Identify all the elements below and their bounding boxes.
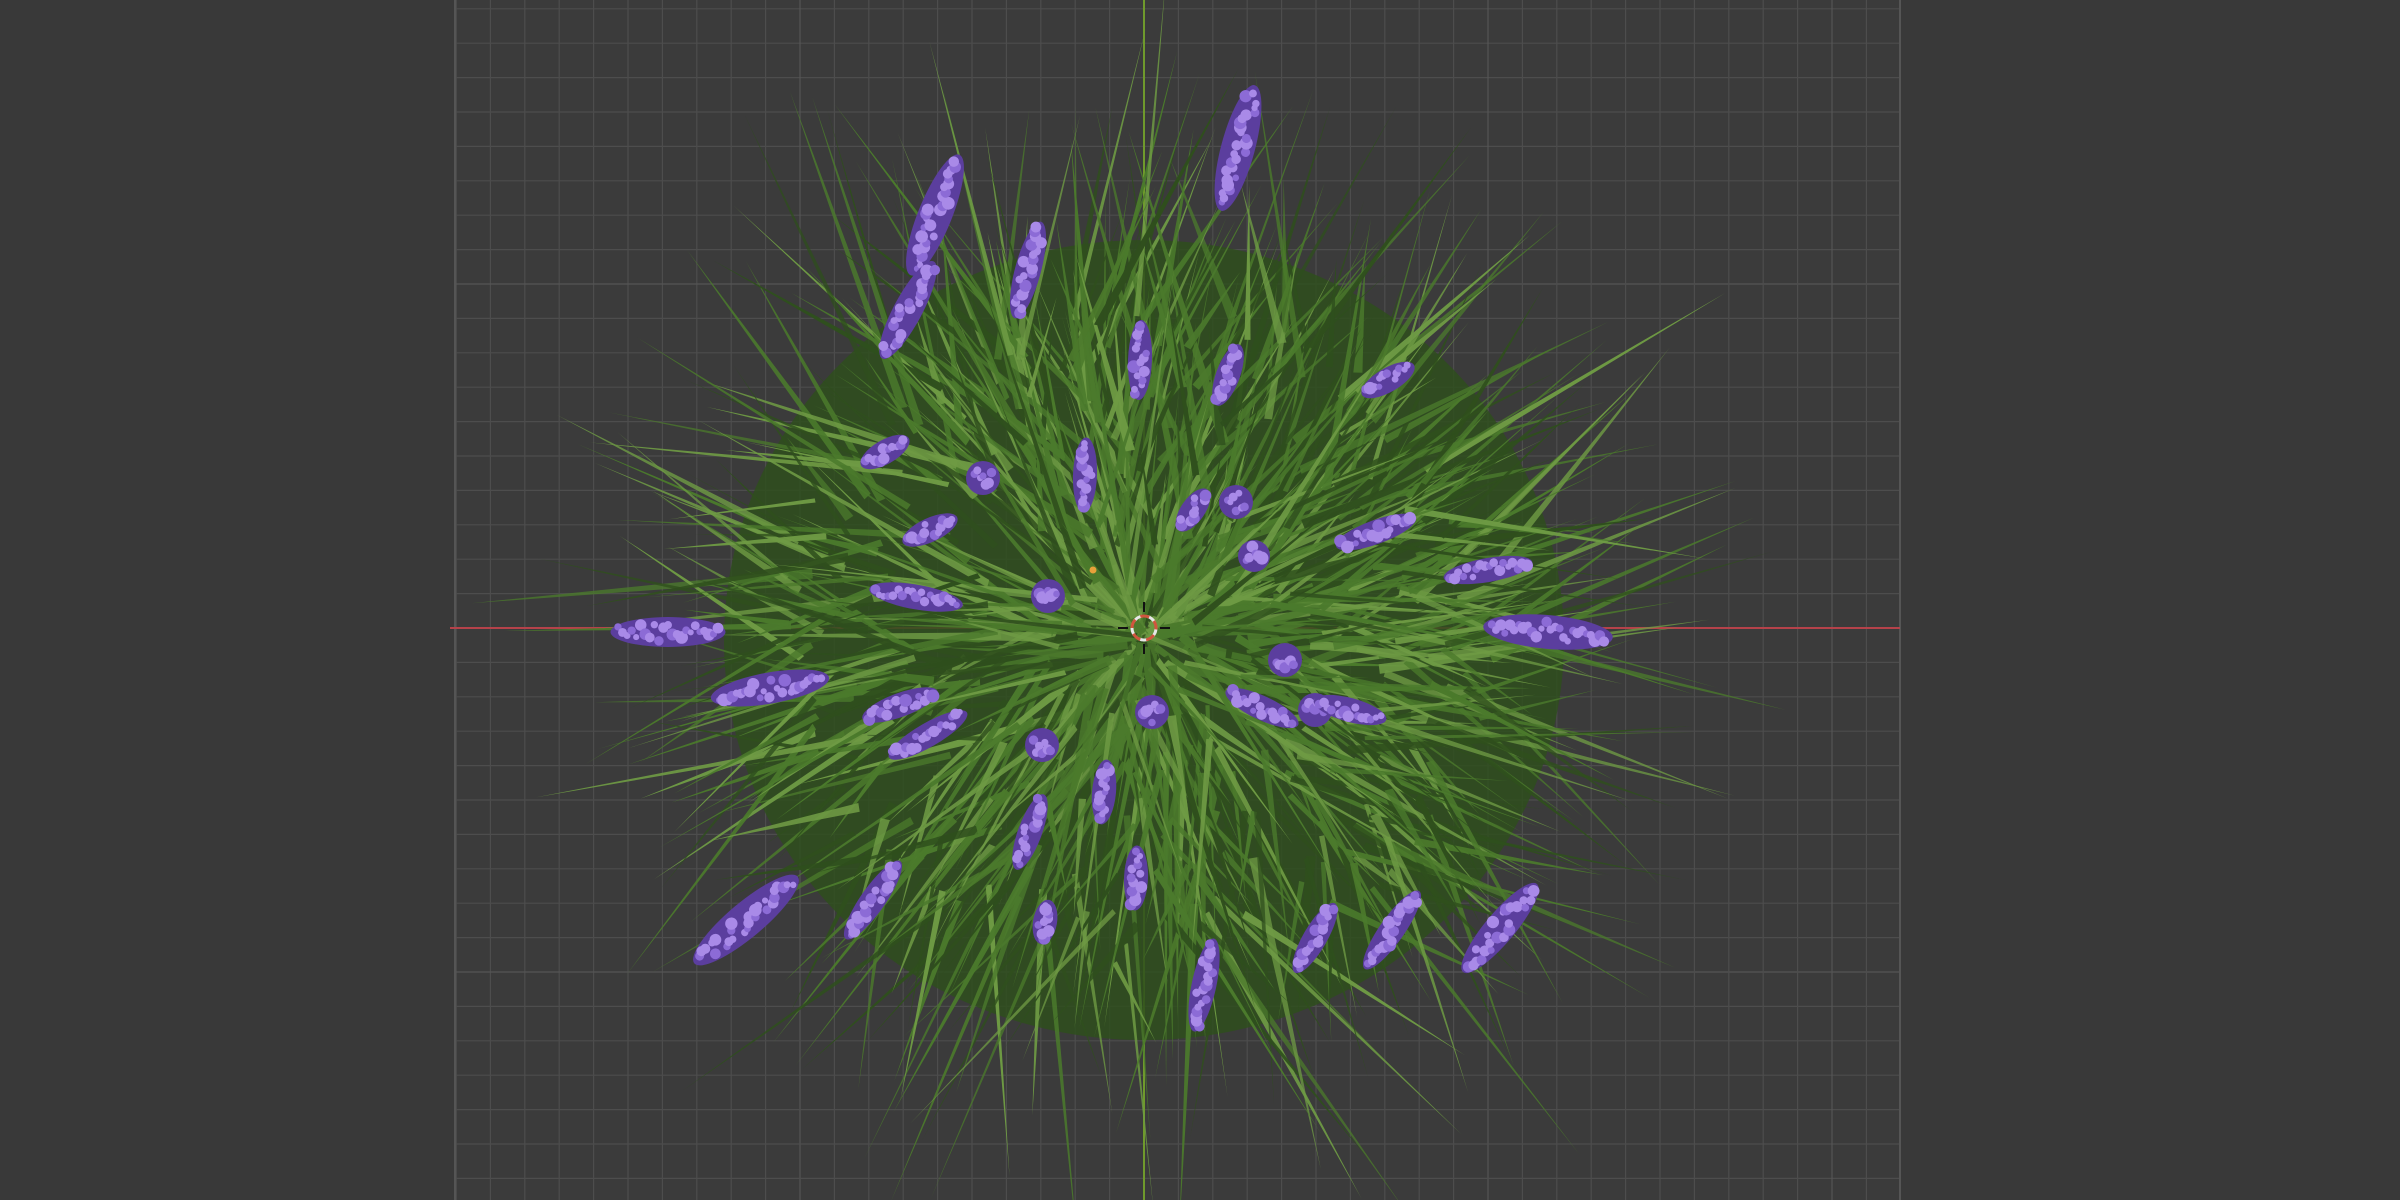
lavender-flower[interactable] [1031,579,1065,613]
flower-floret [644,632,655,643]
lavender-flower[interactable] [1238,540,1270,572]
flower-floret [664,621,672,630]
flower-floret [1155,704,1166,714]
flower-floret [1289,660,1298,670]
flower-floret [627,626,636,635]
object-origin-marker[interactable] [1089,566,1097,574]
flower-floret [650,621,659,629]
lavender-flower[interactable] [1268,643,1302,677]
flower-floret [1053,590,1060,598]
lavender-flower[interactable] [1025,728,1059,762]
3d-viewport[interactable] [0,0,2400,1200]
lavender-flower[interactable] [1219,485,1253,519]
flower-floret [633,634,640,641]
flower-floret [1148,718,1156,727]
flower-floret [979,472,987,480]
flower-floret [687,629,694,636]
lavender-flower[interactable] [610,617,726,647]
flower-floret [1255,551,1269,565]
flower-floret [712,622,724,634]
lavender-flower[interactable] [1135,695,1169,729]
lavender-flower[interactable] [966,461,1000,495]
flower-floret [654,636,664,646]
flower-floret [1235,489,1243,497]
flower-floret [973,466,982,475]
flower-floret [1240,502,1249,512]
viewport-canvas[interactable] [0,0,2400,1200]
flower-floret [1046,746,1055,756]
flower-floret [986,467,997,478]
flower-floret [983,477,994,489]
